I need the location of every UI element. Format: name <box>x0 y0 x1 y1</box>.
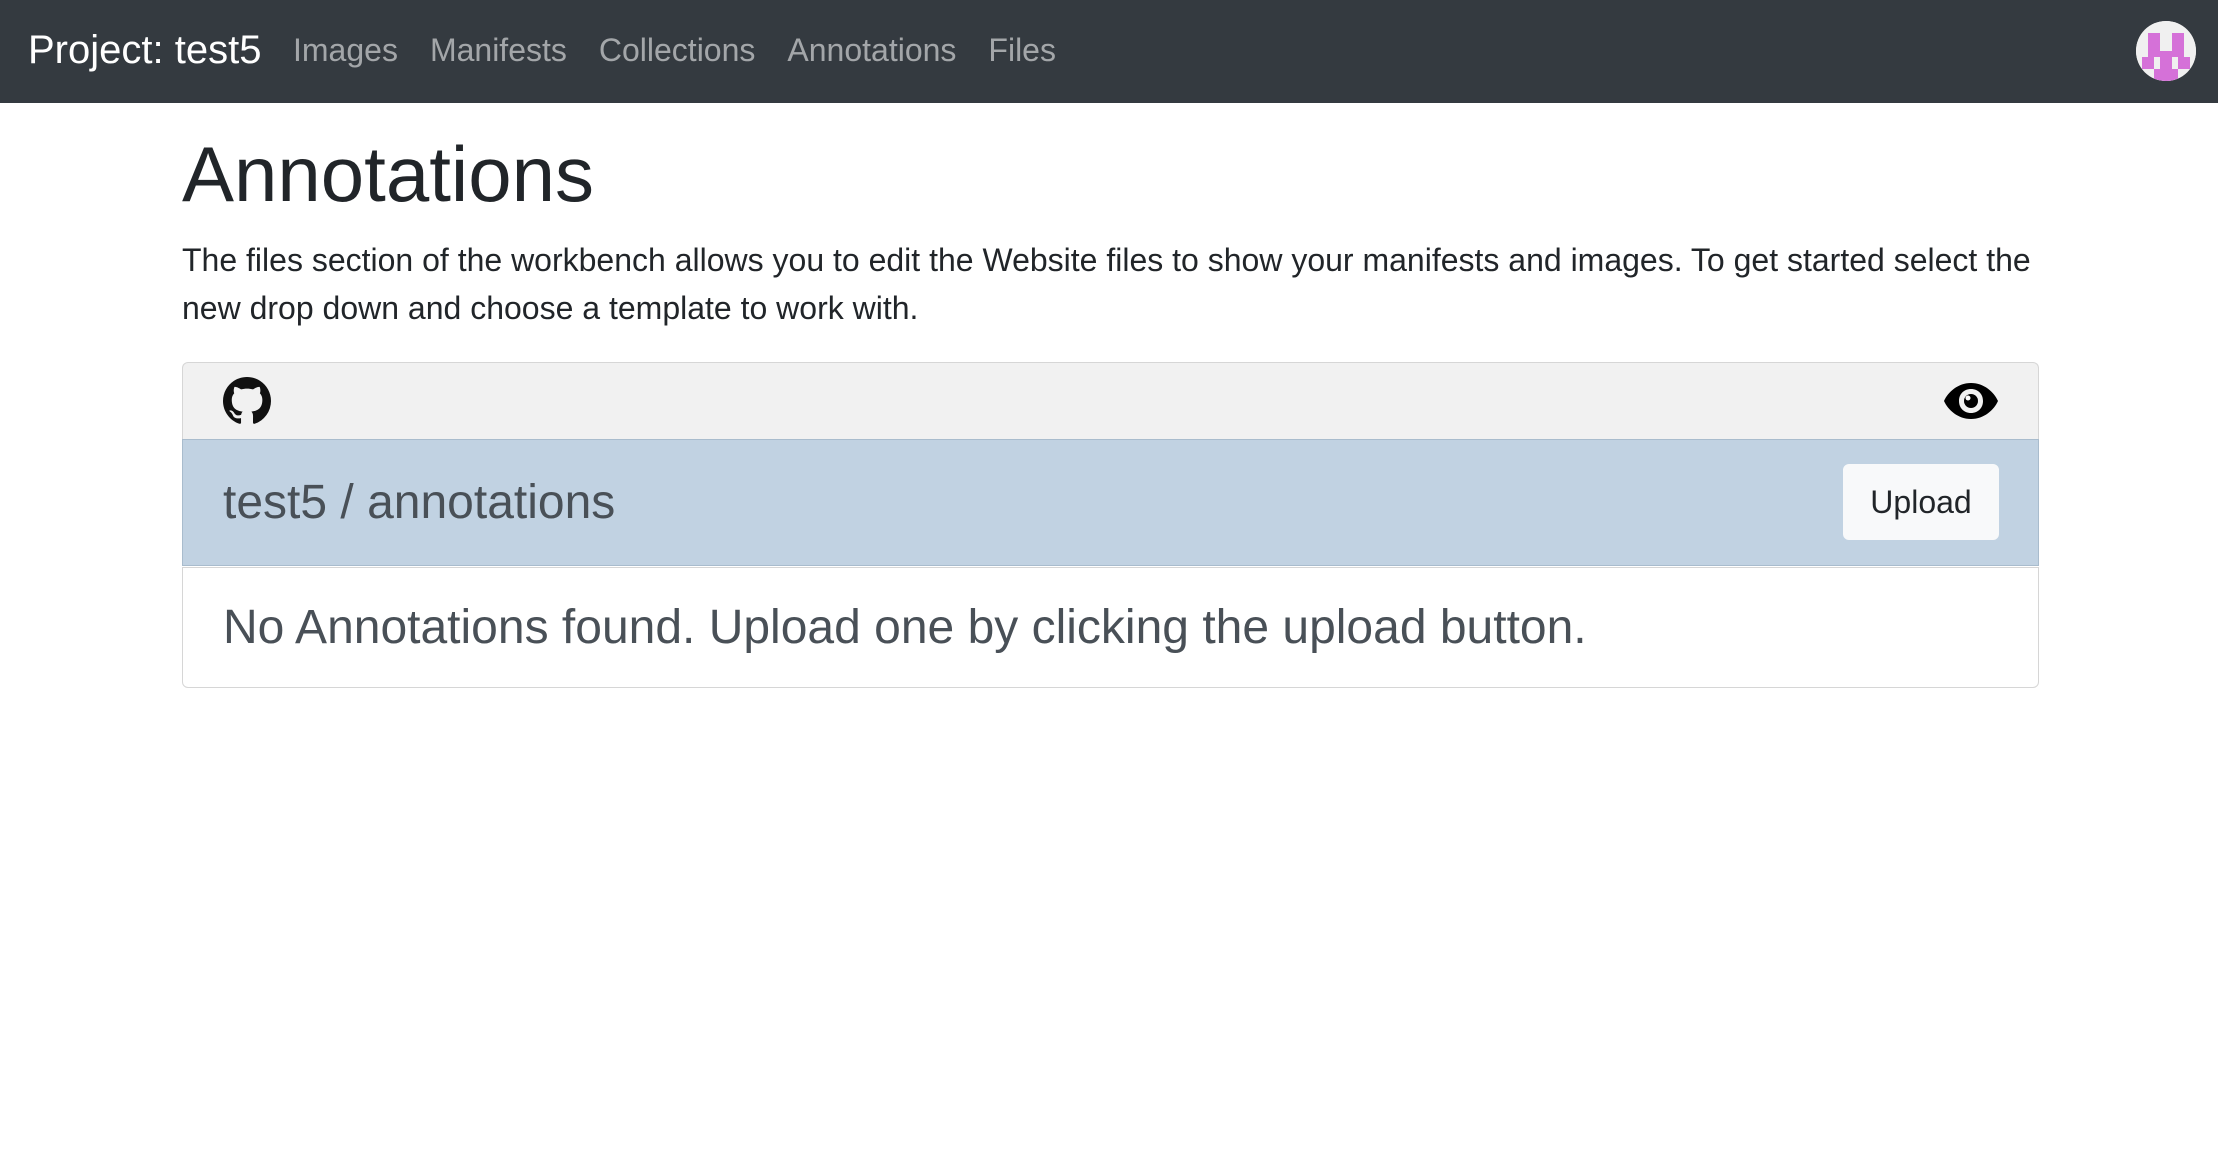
empty-state: No Annotations found. Upload one by clic… <box>182 567 2039 688</box>
intro-paragraph: The files section of the workbench allow… <box>182 242 2031 326</box>
path-bar: test5 / annotations Upload <box>182 439 2039 566</box>
nav-links: Images Manifests Collections Annotations… <box>293 0 1088 100</box>
panel-toolbar <box>182 362 2039 439</box>
upload-button[interactable]: Upload <box>1843 464 1999 540</box>
empty-state-message: No Annotations found. Upload one by clic… <box>223 601 1587 654</box>
nav-link-annotations[interactable]: Annotations <box>787 32 956 69</box>
identicon-avatar-icon <box>2136 21 2196 81</box>
project-brand[interactable]: Project: test5 <box>28 0 261 100</box>
annotations-panel: test5 / annotations Upload No Annotation… <box>182 362 2039 688</box>
github-icon[interactable] <box>223 377 271 425</box>
nav-link-collections[interactable]: Collections <box>599 32 756 69</box>
nav-link-manifests[interactable]: Manifests <box>430 32 567 69</box>
eye-icon[interactable] <box>1943 379 1999 423</box>
nav-link-files[interactable]: Files <box>988 32 1056 69</box>
page-title: Annotations <box>182 130 594 218</box>
user-avatar[interactable] <box>2136 21 2196 81</box>
folder-path: test5 / annotations <box>223 476 616 529</box>
nav-link-images[interactable]: Images <box>293 32 398 69</box>
top-navbar: Project: test5 Images Manifests Collecti… <box>0 0 2218 103</box>
